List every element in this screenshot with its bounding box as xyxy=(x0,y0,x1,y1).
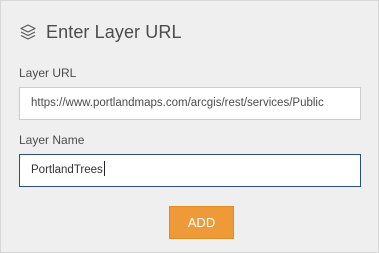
layer-url-value: https://www.portlandmaps.com/arcgis/rest… xyxy=(31,97,324,109)
text-cursor xyxy=(103,161,105,177)
layer-url-label: Layer URL xyxy=(19,66,77,80)
layer-name-value: PortlandTrees xyxy=(31,164,103,176)
layer-name-label: Layer Name xyxy=(19,133,85,147)
layers-icon xyxy=(19,23,37,41)
layer-url-input[interactable]: https://www.portlandmaps.com/arcgis/rest… xyxy=(19,87,361,120)
add-button-label: ADD xyxy=(187,215,216,230)
enter-layer-url-panel: Enter Layer URL Layer URL https://www.po… xyxy=(0,0,379,253)
layer-name-input[interactable]: PortlandTrees xyxy=(19,154,361,187)
add-button[interactable]: ADD xyxy=(169,206,234,239)
panel-header: Enter Layer URL xyxy=(19,21,182,43)
page-title: Enter Layer URL xyxy=(46,21,182,42)
